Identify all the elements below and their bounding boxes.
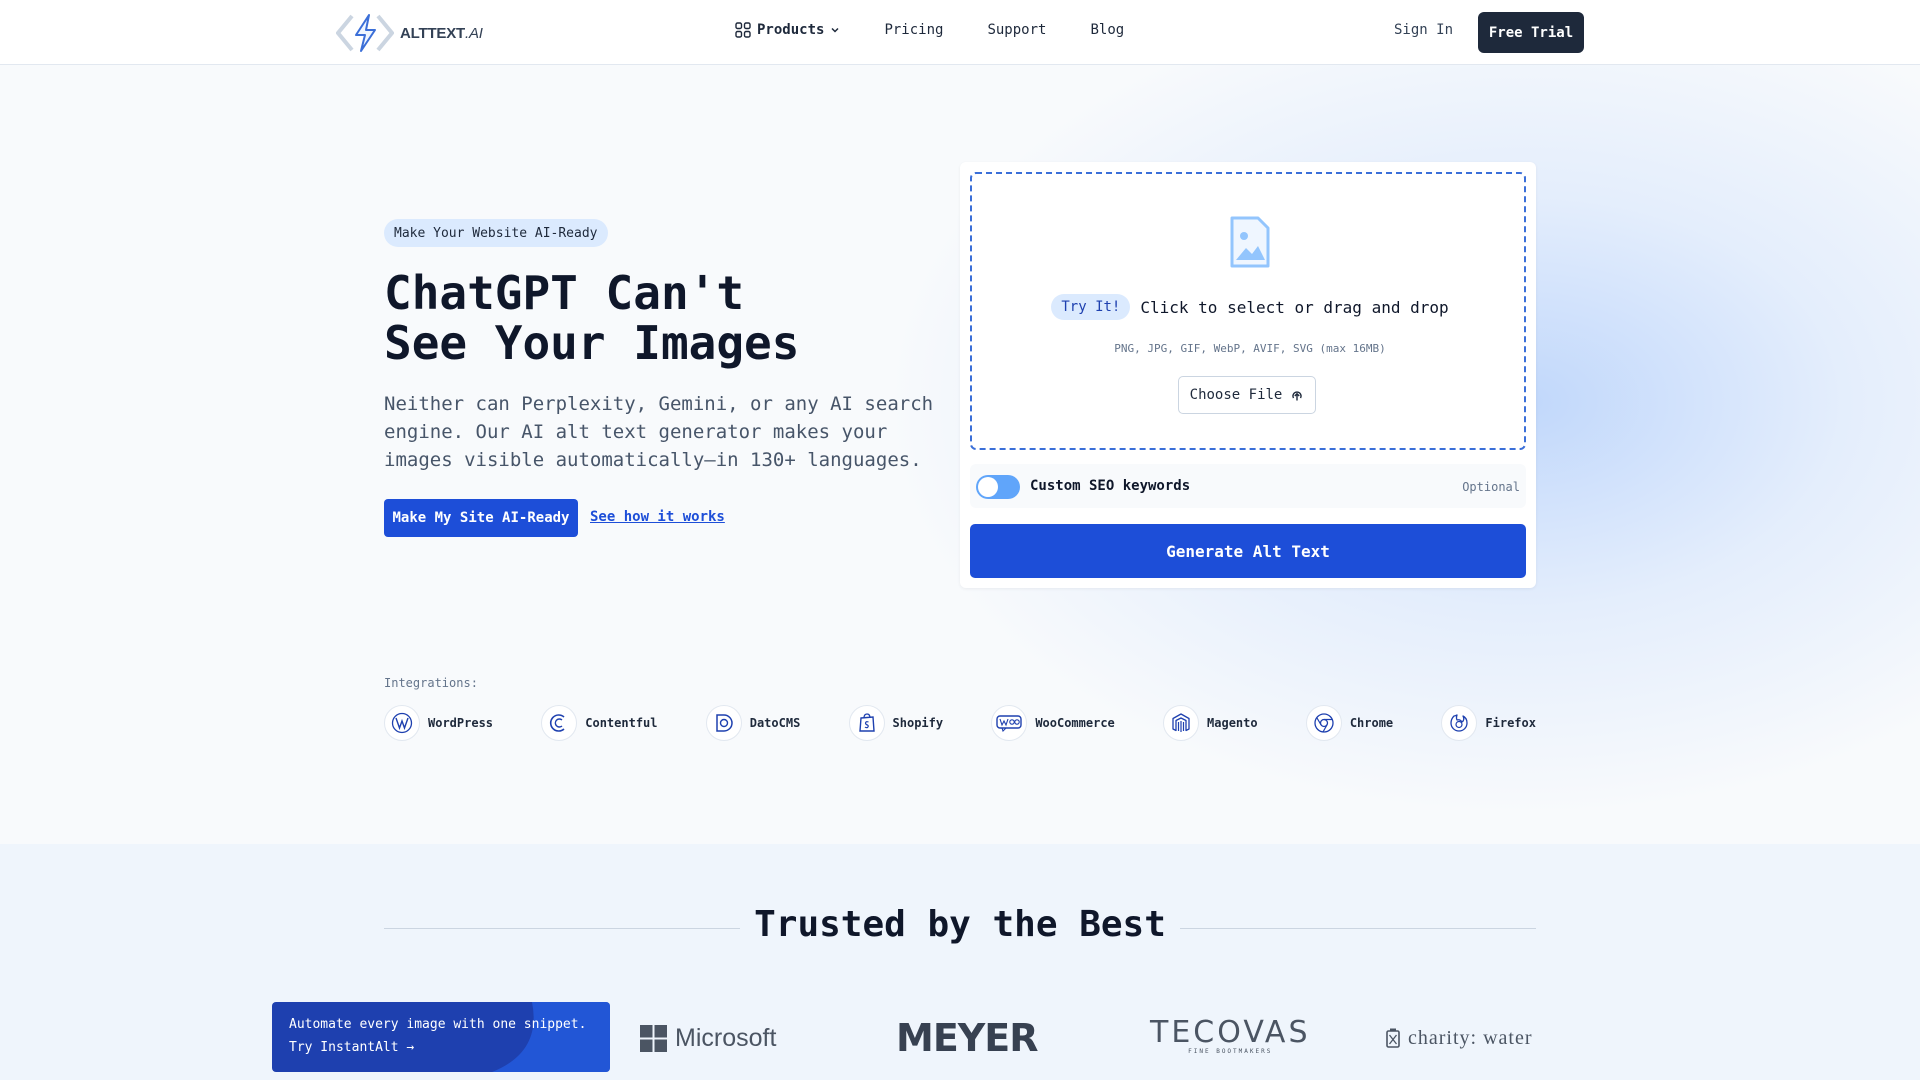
integration-label: Chrome	[1349, 716, 1394, 730]
sign-in-link[interactable]: Sign In	[1394, 22, 1453, 38]
integration-magento[interactable]: Magento	[1163, 705, 1258, 741]
integrations-label: Integrations:	[384, 676, 478, 690]
nav-blog[interactable]: Blog	[1090, 22, 1124, 38]
integration-datocms[interactable]: DatoCMS	[705, 705, 801, 741]
integration-label: WordPress	[428, 716, 494, 730]
microsoft-logo: Microsoft	[640, 1018, 776, 1058]
integration-chrome[interactable]: Chrome	[1305, 705, 1394, 741]
try-instantalt-link[interactable]: Try InstantAlt →	[289, 1040, 414, 1055]
microsoft-windows-icon	[640, 1024, 667, 1052]
integration-label: Magento	[1207, 716, 1258, 730]
logo-wordmark: ALTTEXT.AI	[400, 24, 483, 42]
try-it-badge: Try It!	[1051, 294, 1131, 320]
integration-label: DatoCMS	[749, 716, 801, 730]
trusted-title: Trusted by the Best	[754, 904, 1166, 945]
lightning-logo-icon	[336, 14, 394, 52]
integration-contentful[interactable]: Contentful	[541, 705, 658, 741]
tecovas-wordmark: TECOVAS	[1150, 1015, 1311, 1050]
free-trial-button[interactable]: Free Trial	[1478, 12, 1584, 53]
nav-support[interactable]: Support	[987, 22, 1046, 38]
nav-pricing[interactable]: Pricing	[884, 22, 943, 38]
make-site-ai-ready-button[interactable]: Make My Site AI-Ready	[384, 499, 578, 537]
promo-swoosh-decoration	[492, 1002, 610, 1072]
supported-formats: PNG, JPG, GIF, WebP, AVIF, SVG (max 16MB…	[1114, 342, 1386, 355]
see-how-it-works-link[interactable]: See how it works	[590, 509, 725, 525]
hero-title-line1: ChatGPT Can't	[384, 266, 745, 320]
try-it-row: Try It! Click to select or drag and drop	[972, 294, 1528, 320]
dropzone-instruction: Click to select or drag and drop	[1140, 297, 1449, 317]
integration-woocommerce[interactable]: WooCommerce	[991, 705, 1115, 741]
hero-subtitle: Neither can Perplexity, Gemini, or any A…	[384, 393, 934, 471]
integration-label: Shopify	[892, 716, 944, 730]
jerrycan-icon	[1386, 1028, 1400, 1048]
integration-wordpress[interactable]: WordPress	[384, 705, 493, 741]
hero-title-line2: See Your Images	[384, 316, 800, 370]
toggle-knob	[978, 477, 998, 497]
upload-icon	[1292, 391, 1303, 401]
file-dropzone[interactable]: Try It! Click to select or drag and drop…	[970, 172, 1526, 450]
shopify-icon	[848, 705, 885, 741]
firefox-icon	[1441, 705, 1478, 741]
seo-keywords-row: Custom SEO keywords Optional	[970, 464, 1526, 508]
integration-label: WooCommerce	[1035, 716, 1115, 730]
tecovas-tagline: FINE BOOTMAKERS	[1188, 1048, 1273, 1055]
optional-label: Optional	[1462, 480, 1520, 494]
choose-file-button[interactable]: Choose File	[1178, 376, 1316, 414]
microsoft-wordmark: Microsoft	[675, 1023, 777, 1052]
tecovas-logo: TECOVAS FINE BOOTMAKERS	[1150, 1018, 1310, 1058]
wordpress-icon	[384, 705, 420, 741]
instantalt-promo-banner[interactable]: Automate every image with one snippet. T…	[272, 1002, 610, 1072]
integrations-list: WordPress Contentful DatoCMS Shopify Woo…	[384, 705, 1536, 741]
contentful-icon	[541, 705, 578, 741]
hero-tag: Make Your Website AI-Ready	[384, 219, 608, 247]
integration-firefox[interactable]: Firefox	[1441, 705, 1536, 741]
grid-icon	[735, 22, 751, 38]
datocms-icon	[705, 705, 742, 741]
chrome-icon	[1305, 705, 1342, 741]
nav-products-label: Products	[757, 22, 825, 38]
charity-water-logo: charity: water	[1386, 1018, 1533, 1058]
woocommerce-icon	[991, 705, 1028, 741]
integration-label: Contentful	[585, 716, 658, 730]
integration-shopify[interactable]: Shopify	[848, 705, 944, 741]
meyer-logo: MEYER	[896, 1016, 1039, 1060]
magento-icon	[1163, 705, 1200, 741]
hero-title: ChatGPT Can't See Your Images	[384, 268, 944, 368]
integration-label: Firefox	[1485, 716, 1536, 730]
top-navbar: ALTTEXT.AI Products Pricing Support Blog…	[0, 0, 1920, 65]
nav-products[interactable]: Products	[735, 22, 840, 38]
charity-water-wordmark: charity: water	[1408, 1026, 1533, 1049]
choose-file-label: Choose File	[1189, 387, 1283, 403]
chevron-down-icon	[831, 27, 839, 33]
seo-keywords-label: Custom SEO keywords	[1030, 478, 1191, 494]
logo[interactable]: ALTTEXT.AI	[336, 12, 483, 54]
main-nav: Products Pricing Support Blog	[735, 22, 1124, 38]
generate-alt-text-button[interactable]: Generate Alt Text	[970, 524, 1526, 578]
promo-text: Automate every image with one snippet.	[289, 1017, 587, 1032]
upload-card: Try It! Click to select or drag and drop…	[960, 162, 1536, 588]
image-file-icon	[1230, 216, 1270, 268]
seo-keywords-toggle[interactable]	[976, 475, 1020, 499]
